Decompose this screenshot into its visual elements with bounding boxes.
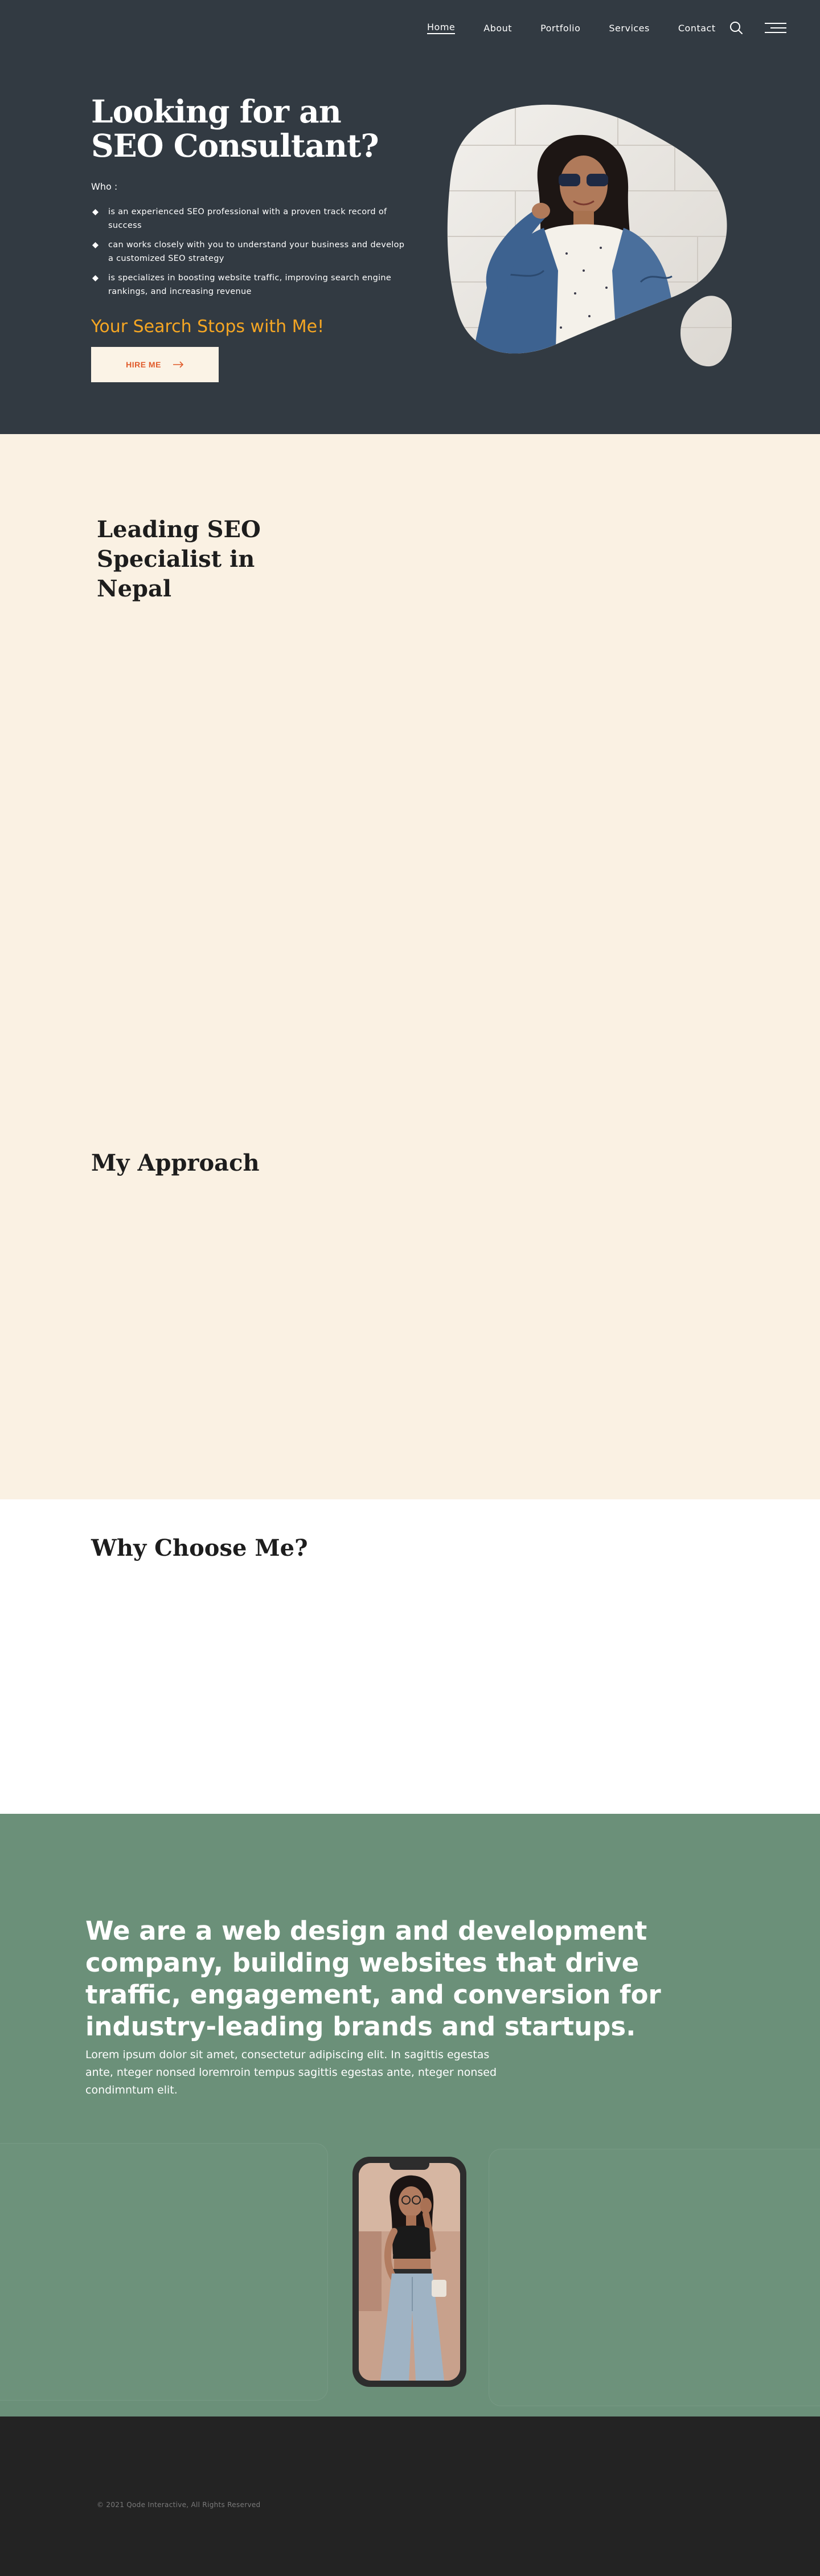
showcase-card-left [0,2143,328,2401]
hamburger-menu-icon[interactable] [765,23,786,33]
phone-portrait-image [359,2163,460,2381]
who-label: Who : [91,181,118,192]
leading-seo-title: Leading SEO Specialist in Nepal [97,516,261,602]
nav-portfolio[interactable]: Portfolio [540,23,580,34]
search-icon[interactable] [729,21,744,35]
diamond-icon [92,275,99,281]
phone-mockup [352,2157,466,2387]
phone-screen-image [359,2163,460,2381]
bullet-text: can works closely with you to understand… [108,240,405,263]
nav-contact[interactable]: Contact [678,23,716,34]
hero-bullet-list: is an experienced SEO professional with … [91,205,410,304]
hero-tagline: Your Search Stops with Me! [91,317,325,337]
hire-me-button[interactable]: HIRE ME [91,347,219,382]
arrow-right-icon [173,361,184,368]
nav-home[interactable]: Home [427,22,456,34]
hero-title: Looking for an SEO Consultant? [91,93,379,164]
list-item: is an experienced SEO professional with … [91,205,410,232]
footer [0,2416,820,2576]
hero-section: Home About Portfolio Services Contact Lo… [0,0,820,434]
list-item: can works closely with you to understand… [91,238,410,265]
diamond-icon [92,209,99,215]
why-choose-me-title: Why Choose Me? [91,1535,308,1561]
nav-services[interactable]: Services [609,23,649,34]
hire-me-label: HIRE ME [126,360,161,369]
company-headline: We are a web design and development comp… [85,1916,661,2042]
nav-about[interactable]: About [483,23,512,34]
bullet-text: is specializes in boosting website traff… [108,273,392,296]
company-body-text: Lorem ipsum dolor sit amet, consectetur … [85,2048,497,2096]
my-approach-title: My Approach [91,1150,260,1176]
copyright-text: © 2021 Qode Interactive, All Rights Rese… [97,2501,261,2509]
hero-portrait-image [447,104,732,367]
main-nav: Home About Portfolio Services Contact [427,21,820,35]
list-item: is specializes in boosting website traff… [91,271,410,299]
phone-notch [390,2163,429,2170]
showcase-card-right [489,2149,820,2406]
bullet-text: is an experienced SEO professional with … [108,207,387,230]
diamond-icon [92,242,99,248]
